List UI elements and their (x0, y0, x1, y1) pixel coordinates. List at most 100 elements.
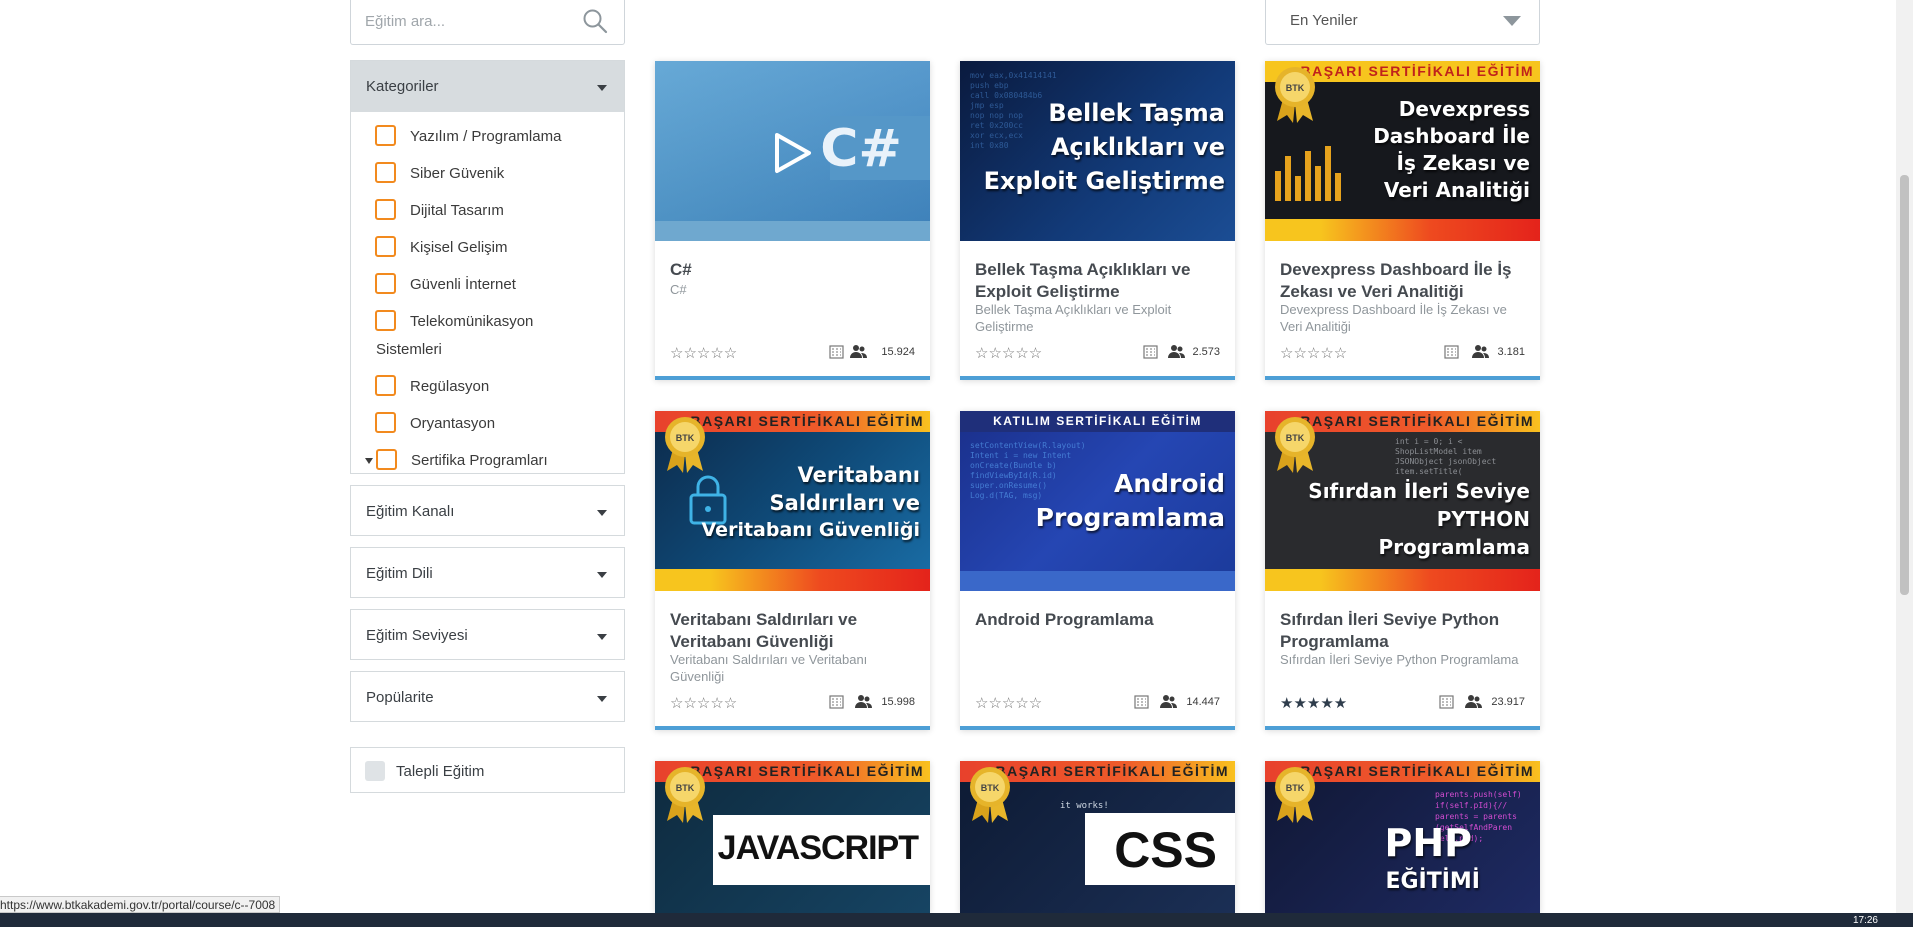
filter-egitim-seviyesi[interactable]: Eğitim Seviyesi (350, 609, 625, 660)
course-title[interactable]: Devexpress Dashboard İle İş Zekası ve Ve… (1280, 259, 1530, 303)
cover-title-line: Veri Analitiği (1383, 178, 1530, 202)
page: En Yeniler Kategoriler Yazılım / Program… (0, 0, 1913, 927)
cover-title-line: PHP (1384, 821, 1472, 865)
enrollment-count: 2.573 (1192, 346, 1220, 358)
course-thumbnail[interactable]: BAŞARI SERTİFİKALI EĞİTİM BTK Veritabanı… (655, 411, 930, 591)
card-bottom-bar (1265, 376, 1540, 380)
course-card[interactable]: BAŞARI SERTİFİKALI EĞİTİM BTK JAVASCRIPT (655, 761, 930, 913)
cover-title-line: Programlama (1035, 503, 1225, 532)
users-icon (1160, 695, 1177, 708)
cover-code: it works! (1060, 801, 1109, 811)
users-icon (855, 695, 872, 708)
category-label: Telekomünikasyon (410, 313, 534, 330)
category-checkbox[interactable] (375, 412, 396, 433)
category-checkbox[interactable] (376, 449, 397, 470)
svg-text:BTK: BTK (1286, 783, 1305, 793)
category-label: Kişisel Gelişim (410, 239, 508, 256)
course-title[interactable]: Sıfırdan İleri Seviye Python Programlama (1280, 609, 1530, 653)
cover-title-line: Programlama (1378, 535, 1530, 559)
svg-text:BTK: BTK (676, 433, 695, 443)
categories-title: Kategoriler (366, 78, 439, 95)
category-checkbox[interactable] (375, 125, 396, 146)
chevron-down-icon (597, 696, 607, 702)
category-checkbox[interactable] (375, 310, 396, 331)
tree-expand-icon[interactable] (365, 458, 373, 464)
play-icon[interactable] (773, 131, 813, 175)
course-thumbnail[interactable]: BAŞARI SERTİFİKALI EĞİTİM BTK Devexpress… (1265, 61, 1540, 241)
category-checkbox[interactable] (375, 199, 396, 220)
svg-text:BTK: BTK (1286, 83, 1305, 93)
category-checkbox[interactable] (375, 273, 396, 294)
sort-selected-label: En Yeniler (1290, 12, 1358, 29)
status-url-bar: https://www.btkakademi.gov.tr/portal/cou… (0, 896, 281, 913)
course-subtitle: C# (670, 282, 687, 297)
category-checkbox[interactable] (375, 236, 396, 257)
course-thumbnail[interactable]: KATILIM SERTİFİKALI EĞİTİM setContentVie… (960, 411, 1235, 591)
course-title[interactable]: Bellek Taşma Açıklıkları ve Exploit Geli… (975, 259, 1225, 303)
users-icon (1472, 345, 1489, 358)
course-card[interactable]: BAŞARI SERTİFİKALI EĞİTİM int i = 0; i <… (1265, 411, 1540, 730)
scrollbar[interactable] (1896, 0, 1913, 913)
search-icon[interactable] (582, 8, 608, 34)
talepli-label: Talepli Eğitim (396, 763, 485, 780)
sort-select[interactable]: En Yeniler (1265, 0, 1540, 45)
taskbar: 17:26 (0, 913, 1913, 927)
course-card[interactable]: KATILIM SERTİFİKALI EĞİTİM setContentVie… (960, 411, 1235, 730)
search-input[interactable] (365, 9, 575, 33)
category-label: Dijital Tasarım (410, 202, 504, 219)
categories-header[interactable]: Kategoriler (351, 61, 624, 112)
chevron-down-icon (1503, 16, 1521, 26)
cover-title-line: EĞİTİMİ (1385, 869, 1480, 894)
course-thumbnail[interactable]: BAŞARI SERTİFİKALI EĞİTİM int i = 0; i <… (1265, 411, 1540, 591)
course-card[interactable]: BAŞARI SERTİFİKALI EĞİTİM BTK Devexpress… (1265, 61, 1540, 380)
svg-text:BTK: BTK (981, 783, 1000, 793)
course-title[interactable]: Android Programlama (975, 609, 1225, 631)
course-title[interactable]: C# (670, 259, 920, 281)
cover-title: C# (820, 119, 902, 179)
building-icon (829, 695, 844, 709)
enrollment-count: 14.447 (1186, 696, 1220, 708)
talepli-checkbox[interactable] (365, 761, 385, 781)
enrollment-count: 23.917 (1491, 696, 1525, 708)
filter-populerite[interactable]: Popülarite (350, 671, 625, 722)
medal-icon: BTK (970, 767, 1010, 823)
category-checkbox[interactable] (375, 162, 396, 183)
building-icon (1444, 345, 1459, 359)
course-title[interactable]: Veritabanı Saldırıları ve Veritabanı Güv… (670, 609, 920, 653)
cover-title-line: Sıfırdan İleri Seviye (1308, 479, 1530, 503)
cover-title-line: Devexpress (1398, 97, 1530, 121)
category-label: Sistemleri (376, 341, 442, 358)
medal-icon: BTK (1275, 767, 1315, 823)
users-icon (1465, 695, 1482, 708)
course-thumbnail[interactable]: BAŞARI SERTİFİKALI EĞİTİM BTK JAVASCRIPT (655, 761, 930, 913)
course-thumbnail[interactable]: BAŞARI SERTİFİKALI EĞİTİM BTK it works! … (960, 761, 1235, 913)
category-label: Regülasyon (410, 378, 490, 395)
scrollbar-thumb[interactable] (1900, 175, 1909, 595)
category-checkbox[interactable] (375, 375, 396, 396)
filter-egitim-kanali[interactable]: Eğitim Kanalı (350, 485, 625, 536)
course-card[interactable]: mov eax,0x41414141 push ebp call 0x080484b… (960, 61, 1235, 380)
rating-stars: ☆☆☆☆☆ (670, 695, 738, 712)
building-icon (1143, 345, 1158, 359)
chevron-down-icon (597, 634, 607, 640)
category-label: Sertifika Programları (411, 452, 548, 469)
taskbar-clock: 17:26 (1852, 915, 1878, 926)
cover-title-line: Veritabanı Güvenliği (701, 519, 920, 541)
course-thumbnail[interactable]: C# (655, 61, 930, 241)
building-icon (1134, 695, 1149, 709)
talepli-egitim-filter[interactable]: Talepli Eğitim (350, 747, 625, 793)
course-subtitle: Devexpress Dashboard İle İş Zekası ve Ve… (1280, 302, 1507, 334)
course-card[interactable]: BAŞARI SERTİFİKALI EĞİTİM BTK it works! … (960, 761, 1235, 913)
cover-title-line: Saldırıları ve (769, 491, 920, 515)
course-thumbnail[interactable]: BAŞARI SERTİFİKALI EĞİTİM parents.push(s… (1265, 761, 1540, 913)
course-card[interactable]: BAŞARI SERTİFİKALI EĞİTİM BTK Veritabanı… (655, 411, 930, 730)
course-card[interactable]: C# C# C# ☆☆☆☆☆ 15.924 (655, 61, 930, 380)
medal-icon: BTK (1275, 67, 1315, 123)
course-thumbnail[interactable]: mov eax,0x41414141 push ebp call 0x080484b… (960, 61, 1235, 241)
users-icon (850, 345, 867, 358)
card-bottom-bar (655, 376, 930, 380)
filter-egitim-dili[interactable]: Eğitim Dili (350, 547, 625, 598)
filter-title: Eğitim Kanalı (366, 503, 455, 520)
course-card[interactable]: BAŞARI SERTİFİKALI EĞİTİM parents.push(s… (1265, 761, 1540, 913)
svg-text:BTK: BTK (676, 783, 695, 793)
